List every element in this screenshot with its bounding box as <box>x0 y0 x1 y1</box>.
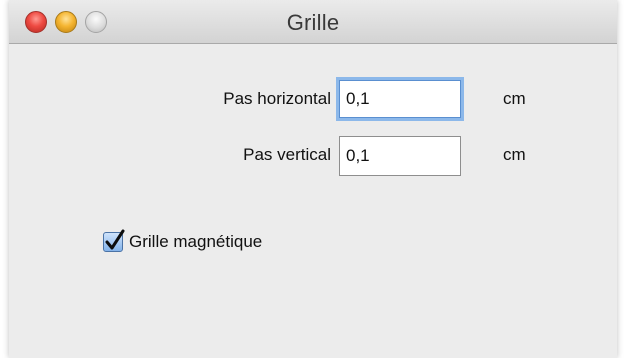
magnetic-grid-option[interactable]: Grille magnétique <box>103 228 262 256</box>
magnetic-grid-label: Grille magnétique <box>129 232 263 251</box>
horizontal-step-label: Pas horizontal <box>223 89 331 108</box>
window-title: Grille <box>286 10 340 35</box>
checkmark-icon <box>105 229 125 250</box>
horizontal-step-unit: cm <box>503 89 526 108</box>
vertical-step-label: Pas vertical <box>243 145 331 164</box>
vertical-step-unit: cm <box>503 145 526 164</box>
title-bar[interactable]: Grille <box>9 0 617 44</box>
vertical-step-input[interactable] <box>339 136 461 176</box>
grid-settings-window: Grille Pas horizontal cm Pas vertical cm… <box>9 0 617 358</box>
horizontal-step-input[interactable] <box>339 80 461 118</box>
magnetic-grid-checkbox[interactable] <box>103 229 125 252</box>
